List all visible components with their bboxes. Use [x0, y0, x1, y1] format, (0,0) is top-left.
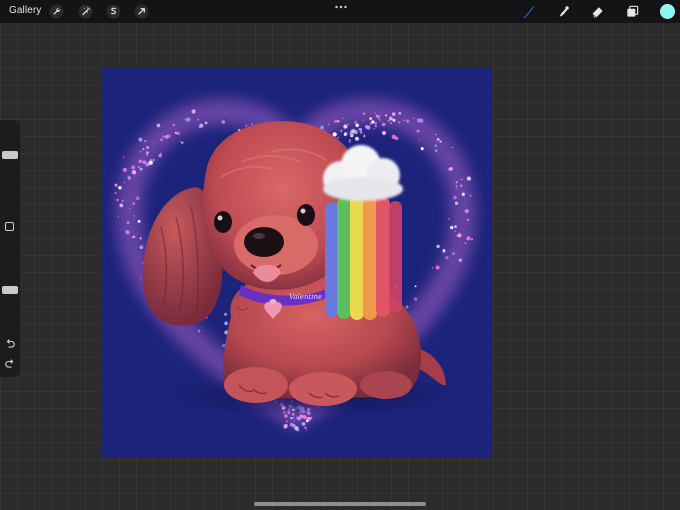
opacity-slider[interactable]	[2, 240, 18, 324]
redo-icon[interactable]	[4, 358, 16, 370]
opacity-handle[interactable]	[2, 286, 18, 294]
modify-square-icon[interactable]	[5, 222, 14, 231]
selection-icon[interactable]	[106, 4, 121, 19]
top-toolbar: Gallery	[0, 0, 680, 23]
wrench-icon[interactable]	[49, 4, 64, 19]
transform-arrow-icon[interactable]	[134, 4, 149, 19]
more-options-icon[interactable]	[332, 0, 350, 12]
layers-icon[interactable]	[625, 4, 640, 19]
gallery-button[interactable]: Gallery	[9, 5, 41, 16]
rainbow-cloud-clip	[323, 145, 403, 320]
smudge-icon[interactable]	[556, 4, 571, 19]
brush-size-handle[interactable]	[2, 151, 18, 159]
undo-icon[interactable]	[4, 338, 16, 350]
brush-size-slider[interactable]	[2, 128, 18, 212]
home-indicator[interactable]	[254, 502, 426, 506]
brush-icon[interactable]	[521, 4, 536, 19]
color-picker-button[interactable]	[660, 4, 675, 19]
artwork-illustration: Valentine	[114, 98, 477, 432]
eraser-icon[interactable]	[590, 4, 605, 19]
left-sidebar	[0, 120, 20, 377]
magic-wand-icon[interactable]	[78, 4, 93, 19]
artwork-canvas[interactable]: Valentine	[101, 67, 491, 457]
svg-text:Valentine: Valentine	[289, 293, 322, 301]
